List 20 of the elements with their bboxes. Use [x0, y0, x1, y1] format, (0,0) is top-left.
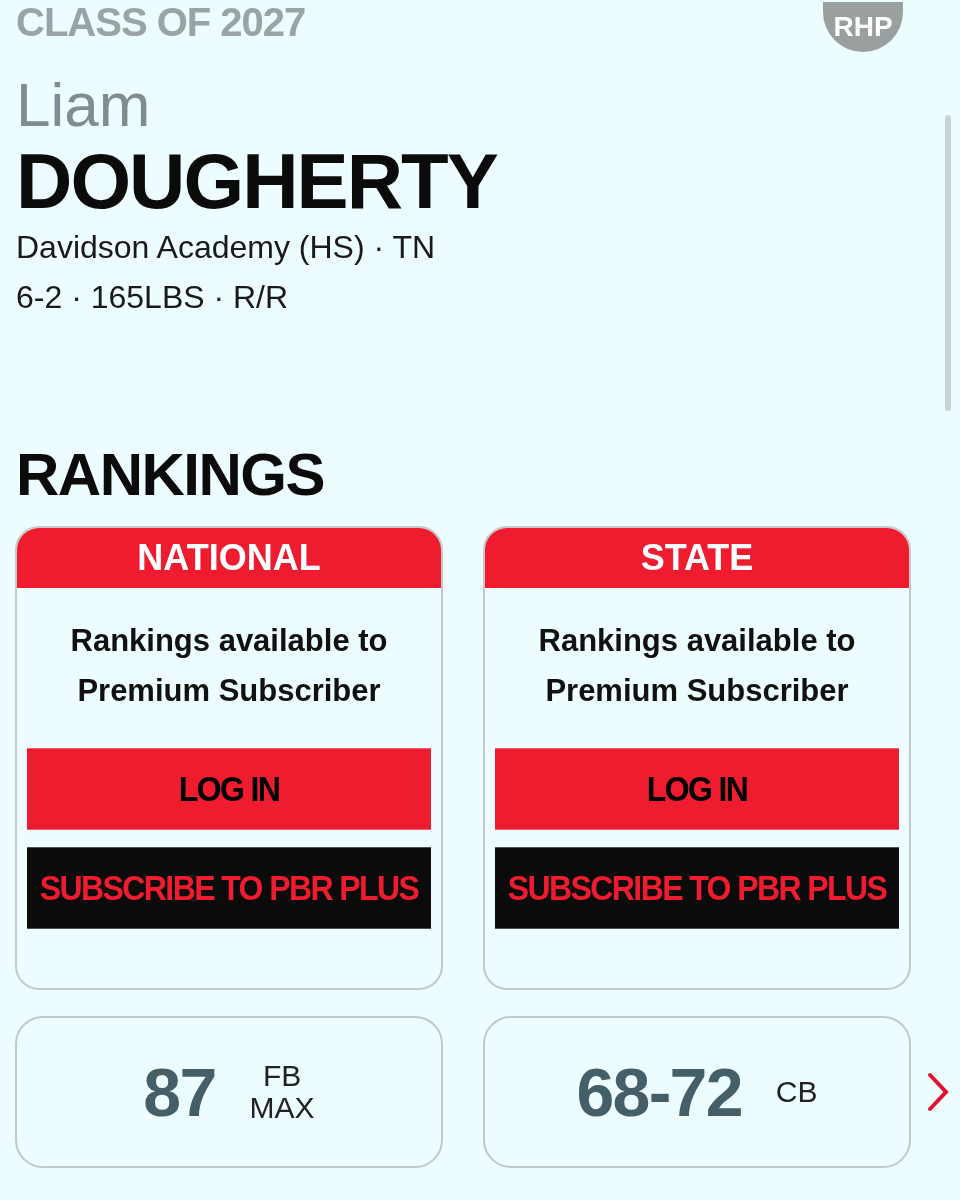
subscribe-button[interactable]: SUBSCRIBE TO PBR PLUS: [27, 847, 431, 929]
chevron-right-icon[interactable]: [927, 1072, 949, 1112]
login-button[interactable]: LOG IN: [495, 748, 899, 830]
card-header: NATIONAL: [17, 528, 441, 588]
last-name: DOUGHERTY: [16, 140, 499, 222]
first-name: Liam: [16, 70, 152, 140]
stat-value: 68-72: [576, 1053, 742, 1132]
card-message: Rankings available to Premium Subscriber: [537, 622, 857, 710]
measurables-text: 6-2 · 165LBS · R/R: [16, 278, 290, 317]
stat-label: CB: [775, 1076, 818, 1108]
section-title: RANKINGS: [15, 440, 325, 510]
card-header: STATE: [485, 528, 909, 588]
card-message: Rankings available to Premium Subscriber: [69, 622, 389, 710]
school-text: Davidson Academy (HS) · TN: [16, 228, 437, 267]
subscribe-button[interactable]: SUBSCRIBE TO PBR PLUS: [495, 847, 899, 929]
stat-label: FB MAX: [249, 1060, 315, 1124]
login-button[interactable]: LOG IN: [27, 748, 431, 830]
class-label: CLASS OF 2027: [16, 2, 306, 42]
stat-value: 87: [143, 1053, 216, 1132]
position-badge: RHP: [823, 2, 903, 52]
